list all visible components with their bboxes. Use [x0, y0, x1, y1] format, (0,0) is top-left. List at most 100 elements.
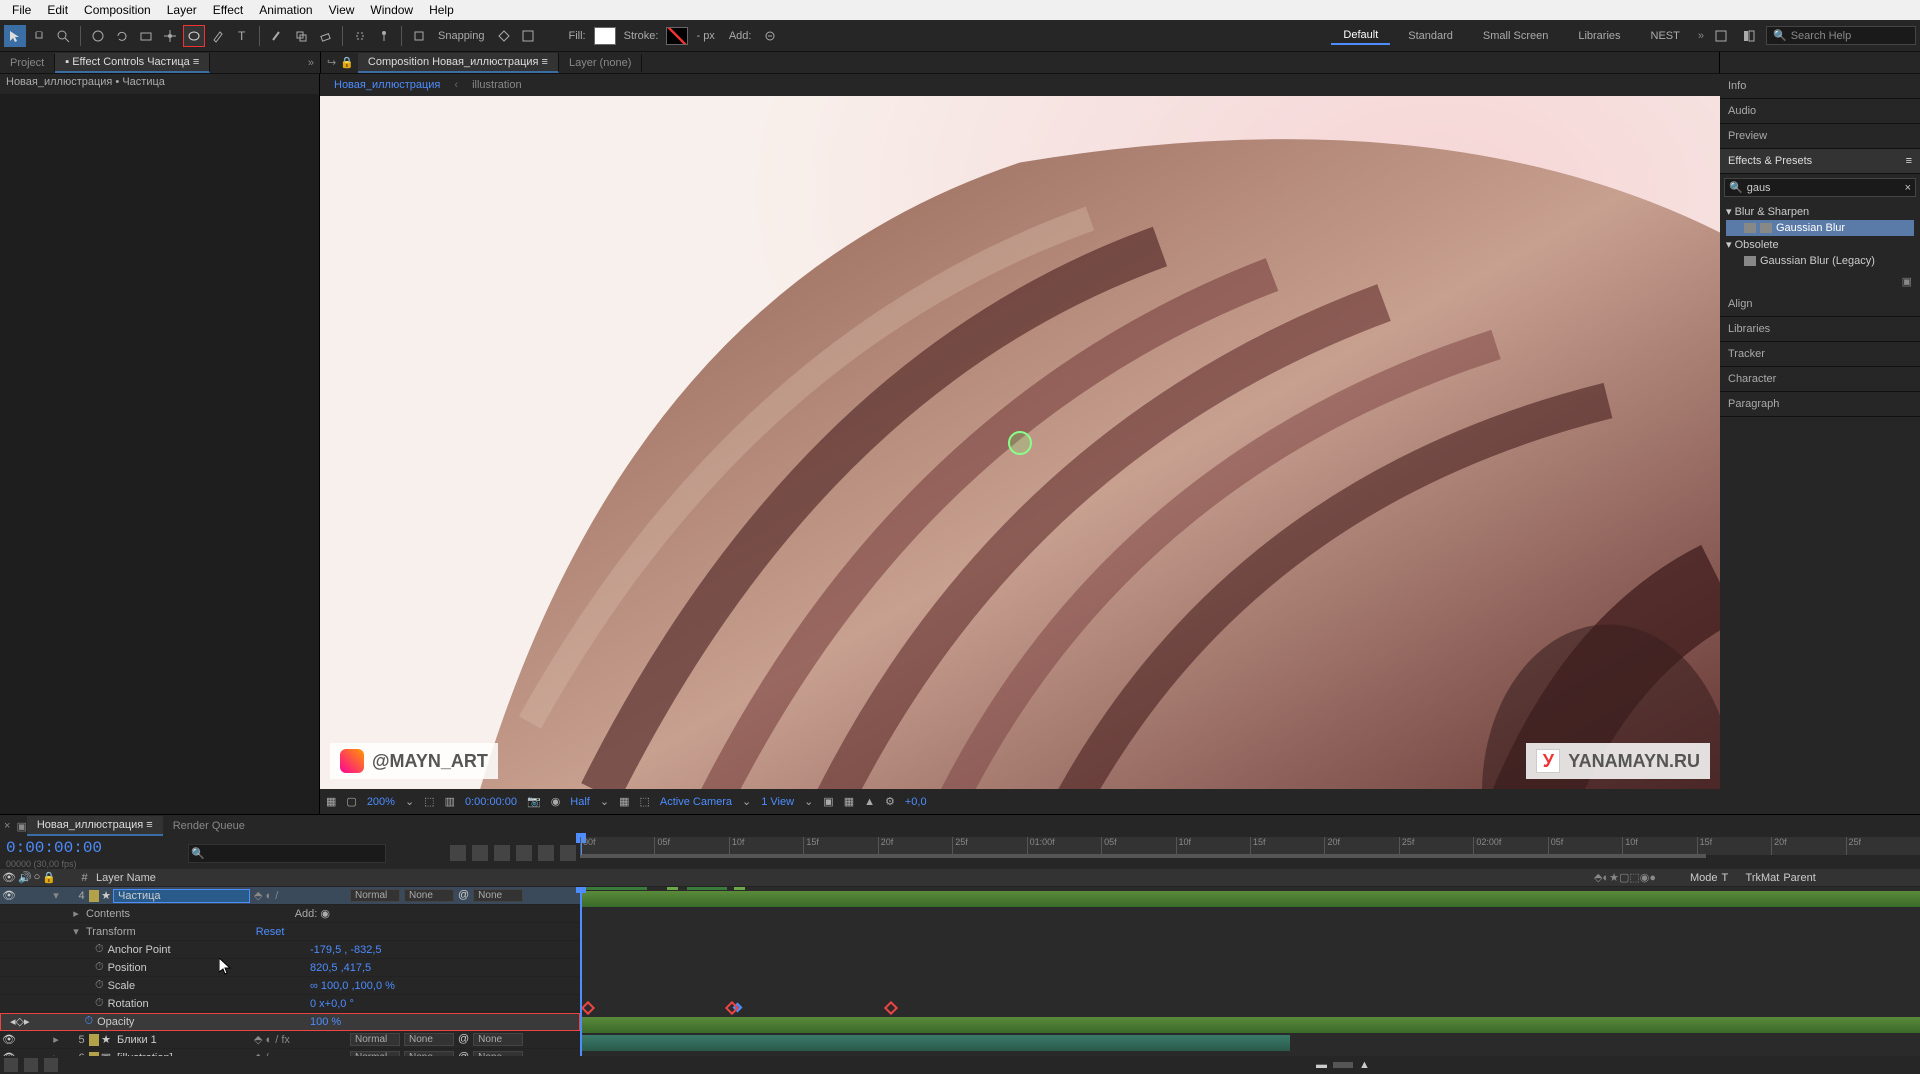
workspace-small[interactable]: Small Screen — [1471, 28, 1560, 44]
hand-tool-icon[interactable] — [28, 25, 50, 47]
kf-next-icon[interactable]: ▸ — [24, 1015, 30, 1028]
comp-nav-icon[interactable]: ↪ — [327, 56, 336, 69]
snap-opt2-icon[interactable] — [517, 25, 539, 47]
snapping-label[interactable]: Snapping — [432, 30, 491, 42]
eye-icon[interactable]: 👁 — [2, 1033, 16, 1046]
prop-value[interactable]: 0 x+0,0 ° — [310, 998, 354, 1010]
layer-row-6[interactable]: 👁 ▸ 6 ▣ [illustration] ⬘ / Normal None @… — [0, 1049, 580, 1056]
tab-composition[interactable]: Composition Новая_иллюстрация ≡ — [358, 53, 559, 73]
camera-dropdown[interactable]: Active Camera — [660, 796, 732, 808]
parent-dropdown[interactable]: None — [473, 889, 523, 902]
layer-bar-5[interactable] — [580, 1017, 1920, 1033]
effects-search-input[interactable] — [1747, 182, 1901, 194]
panel-character[interactable]: Character — [1720, 367, 1920, 392]
vopt2-icon[interactable]: ▦ — [844, 795, 854, 808]
fit-icon[interactable]: ▦ — [326, 795, 336, 808]
menu-help[interactable]: Help — [421, 1, 462, 19]
stopwatch-icon[interactable]: ⏱ — [95, 961, 104, 974]
effects-search[interactable]: 🔍 × — [1724, 178, 1916, 197]
frame-blend-icon[interactable] — [494, 845, 510, 861]
keyframe-marker[interactable] — [581, 1001, 595, 1015]
mask-tl-icon[interactable] — [560, 845, 576, 861]
work-area-bar[interactable] — [580, 854, 1706, 858]
col-solo-icon[interactable]: ○ — [34, 871, 41, 884]
brush-tool-icon[interactable] — [266, 25, 288, 47]
lock2-icon[interactable]: 🔒 — [336, 56, 358, 69]
panel-tracker[interactable]: Tracker — [1720, 342, 1920, 367]
transparency-icon[interactable]: ▦ — [619, 795, 629, 808]
breadcrumb-1[interactable]: Новая_иллюстрация — [326, 77, 448, 93]
type-tool-icon[interactable]: T — [231, 25, 253, 47]
channel-icon[interactable]: ◉ — [551, 795, 561, 808]
shy-icon[interactable] — [472, 845, 488, 861]
zoom-out-icon[interactable]: ▬ — [1316, 1059, 1327, 1071]
contents-row[interactable]: ▸ Contents Add: ◉ — [0, 905, 580, 923]
toggle-switches-icon[interactable] — [4, 1058, 18, 1072]
tab-layer[interactable]: Layer (none) — [559, 54, 642, 72]
stroke-width[interactable]: - px — [690, 30, 720, 42]
add-menu-icon[interactable] — [759, 25, 781, 47]
time-value[interactable]: 0:00:00:00 — [465, 796, 517, 808]
trkmat-dropdown[interactable]: None — [404, 1033, 454, 1046]
menu-layer[interactable]: Layer — [159, 1, 205, 19]
zoom-tool-icon[interactable] — [52, 25, 74, 47]
workspace-libraries[interactable]: Libraries — [1566, 28, 1632, 44]
prop-opacity[interactable]: ◂ ◇ ▸ ⏱ Opacity 100 % — [0, 1013, 580, 1031]
fill-label[interactable]: Fill: — [563, 30, 592, 42]
stroke-label[interactable]: Stroke: — [618, 30, 665, 42]
tab-effect-controls[interactable]: ▪ Effect Controls Частица ≡ — [55, 53, 210, 73]
workspace-panels-icon[interactable] — [1738, 25, 1760, 47]
workspace-more-icon[interactable]: » — [1698, 30, 1704, 42]
stopwatch-icon[interactable]: ⏱ — [95, 943, 104, 956]
menu-edit[interactable]: Edit — [39, 1, 76, 19]
project-item[interactable]: Новая_иллюстрация • Частица — [0, 74, 319, 94]
stopwatch-icon[interactable]: ⏱ — [95, 997, 104, 1010]
workspace-nest[interactable]: NEST — [1639, 28, 1692, 44]
region-icon[interactable]: ⬚ — [639, 795, 649, 808]
toggle-in-out-icon[interactable] — [44, 1058, 58, 1072]
twirl-icon[interactable]: ▸ — [50, 1033, 62, 1046]
layer-switches[interactable]: ⬘ ◐ / fx — [250, 1033, 350, 1046]
prop-value[interactable]: ∞ 100,0 ,100,0 % — [310, 980, 395, 992]
vopt1-icon[interactable]: ▣ — [823, 795, 833, 808]
motion-blur-icon[interactable] — [516, 845, 532, 861]
prop-anchor[interactable]: ⏱ Anchor Point -179,5 , -832,5 — [0, 941, 580, 959]
pan-behind-tool-icon[interactable] — [159, 25, 181, 47]
mode-dropdown[interactable]: Normal — [350, 889, 400, 902]
parent-dropdown[interactable]: None — [473, 1033, 523, 1046]
fill-swatch[interactable] — [594, 27, 616, 45]
reset-button[interactable]: Reset — [256, 926, 285, 938]
prop-scale[interactable]: ⏱ Scale ∞ 100,0 ,100,0 % — [0, 977, 580, 995]
cat-blur[interactable]: ▾ Blur & Sharpen — [1726, 203, 1914, 220]
tl-close-icon[interactable]: × — [4, 820, 16, 832]
rotation-tool-icon[interactable] — [111, 25, 133, 47]
grid-icon[interactable]: ▥ — [445, 795, 455, 808]
vopt4-icon[interactable]: ⚙ — [885, 795, 895, 808]
roto-tool-icon[interactable] — [349, 25, 371, 47]
camera-tool-icon[interactable] — [135, 25, 157, 47]
menu-composition[interactable]: Composition — [76, 1, 159, 19]
prop-value[interactable]: -179,5 , -832,5 — [310, 944, 382, 956]
layer-row-4[interactable]: 👁 ▾ 4 ★ Частица ⬘ ◐ / Normal None @ None — [0, 887, 580, 905]
timeline-search[interactable]: 🔍 — [188, 844, 386, 863]
res-icon[interactable]: ▢ — [346, 795, 356, 808]
stroke-swatch[interactable] — [666, 27, 688, 45]
parent-pick-icon[interactable]: @ — [458, 1033, 469, 1046]
composition-viewer[interactable]: @MAYN_ART У YANAMAYN.RU — [320, 96, 1720, 789]
puppet-tool-icon[interactable] — [373, 25, 395, 47]
zoom-in-icon[interactable]: ▲ — [1359, 1059, 1370, 1071]
zoom-dropdown-icon[interactable]: ⌄ — [405, 795, 414, 808]
prop-value[interactable]: 820,5 ,417,5 — [310, 962, 371, 974]
twirl-icon[interactable]: ▾ — [50, 889, 62, 902]
search-help[interactable]: 🔍 Search Help — [1766, 26, 1916, 45]
kf-add-icon[interactable]: ◇ — [16, 1015, 24, 1028]
layer-color[interactable] — [89, 890, 99, 902]
mode-dropdown[interactable]: Normal — [350, 1033, 400, 1046]
layer-name[interactable]: Частица — [113, 889, 250, 903]
menu-effect[interactable]: Effect — [205, 1, 251, 19]
timeline-tracks[interactable] — [580, 887, 1920, 1056]
transform-row[interactable]: ▾ Transform Reset — [0, 923, 580, 941]
panel-effects[interactable]: Effects & Presets ≡ — [1720, 149, 1920, 174]
breadcrumb-2[interactable]: illustration — [464, 77, 530, 93]
trkmat-dropdown[interactable]: None — [404, 889, 454, 902]
